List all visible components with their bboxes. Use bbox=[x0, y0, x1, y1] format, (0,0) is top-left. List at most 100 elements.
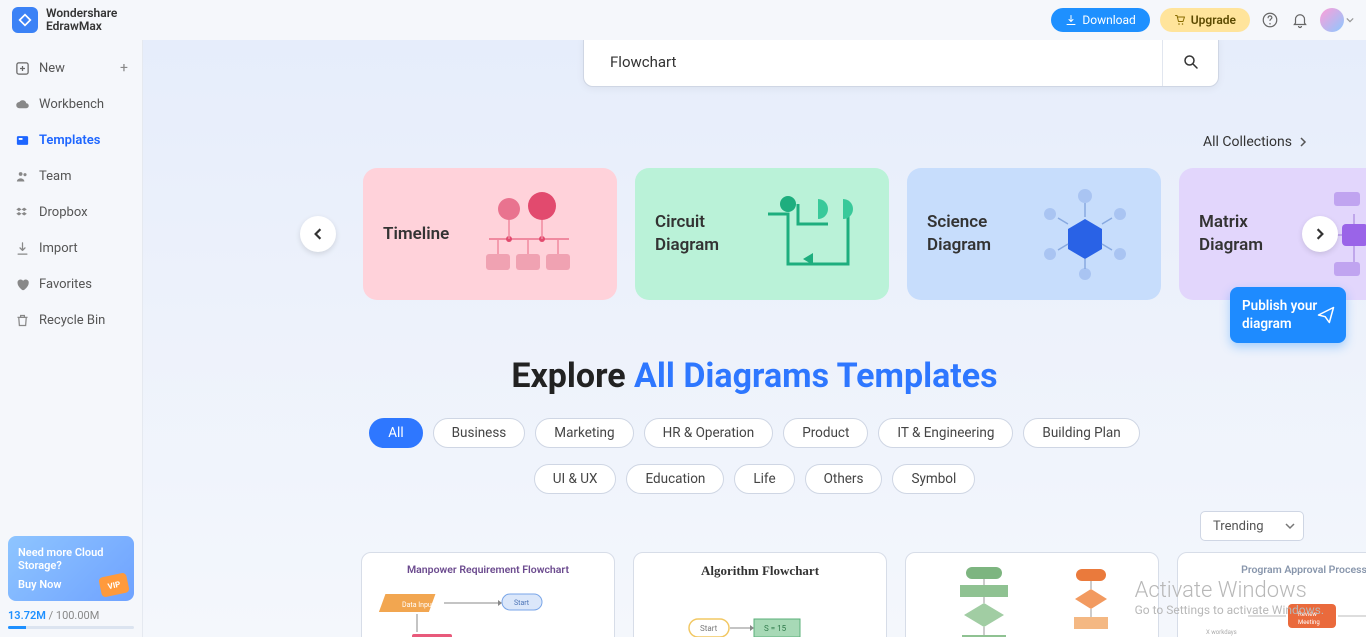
explore-heading: Explore All Diagrams Templates bbox=[143, 356, 1366, 396]
sidebar-templates-label: Templates bbox=[39, 133, 100, 148]
trash-icon bbox=[14, 312, 30, 328]
brand-line2: EdrawMax bbox=[46, 20, 117, 33]
sidebar-item-team[interactable]: Team bbox=[0, 158, 142, 194]
vip-badge: VIP bbox=[98, 572, 130, 597]
search-box bbox=[583, 40, 1219, 87]
circuit-graphic-icon bbox=[757, 168, 869, 300]
publish-diagram-button[interactable]: Publish your diagram bbox=[1230, 287, 1346, 343]
svg-text:S = 15: S = 15 bbox=[764, 624, 787, 633]
category-card-timeline[interactable]: Timeline bbox=[363, 168, 617, 300]
watermark-line1: Activate Windows bbox=[1135, 578, 1324, 603]
filter-uiux[interactable]: UI & UX bbox=[534, 464, 617, 494]
search-button[interactable] bbox=[1162, 40, 1218, 86]
sidebar-team-label: Team bbox=[39, 169, 72, 184]
template-card[interactable]: Algorithm Flowchart Start S = 15 bbox=[633, 552, 887, 637]
template-card[interactable]: Manpower Requirement Flowchart Data Inpu… bbox=[361, 552, 615, 637]
sidebar-new-label: New bbox=[39, 61, 65, 76]
template-preview-icon: Start S = 15 bbox=[644, 579, 874, 637]
carousel-prev-button[interactable] bbox=[300, 216, 336, 252]
windows-watermark: Activate Windows Go to Settings to activ… bbox=[1135, 578, 1324, 617]
logo-text: Wondershare EdrawMax bbox=[46, 7, 117, 33]
explore-highlight: All Diagrams Templates bbox=[634, 356, 998, 396]
category-card-science[interactable]: Science Diagram bbox=[907, 168, 1161, 300]
new-icon bbox=[14, 60, 30, 76]
topbar: Wondershare EdrawMax Download Upgrade bbox=[0, 0, 1366, 40]
storage-sep: / bbox=[46, 609, 56, 622]
template-preview-icon: Data Input Start AOP bbox=[372, 576, 602, 637]
filter-life[interactable]: Life bbox=[734, 464, 794, 494]
filter-hr[interactable]: HR & Operation bbox=[644, 418, 774, 448]
dropbox-icon bbox=[14, 204, 30, 220]
cloud-icon bbox=[14, 96, 30, 112]
cart-icon bbox=[1174, 14, 1186, 26]
filter-business[interactable]: Business bbox=[433, 418, 526, 448]
upgrade-label: Upgrade bbox=[1191, 13, 1236, 27]
sidebar-item-dropbox[interactable]: Dropbox bbox=[0, 194, 142, 230]
sidebar-item-recycle[interactable]: Recycle Bin bbox=[0, 302, 142, 338]
sidebar-favorites-label: Favorites bbox=[39, 277, 92, 292]
notifications-button[interactable] bbox=[1290, 10, 1310, 30]
all-collections-link[interactable]: All Collections bbox=[1203, 134, 1308, 150]
category-timeline-label: Timeline bbox=[383, 223, 449, 246]
filter-it[interactable]: IT & Engineering bbox=[878, 418, 1013, 448]
all-collections-label: All Collections bbox=[1203, 134, 1292, 150]
filter-others[interactable]: Others bbox=[805, 464, 883, 494]
sidebar-item-import[interactable]: Import bbox=[0, 230, 142, 266]
chevron-left-icon bbox=[312, 228, 324, 240]
sidebar-import-label: Import bbox=[39, 241, 78, 256]
sidebar-item-favorites[interactable]: Favorites bbox=[0, 266, 142, 302]
upgrade-button[interactable]: Upgrade bbox=[1160, 8, 1250, 32]
help-button[interactable] bbox=[1260, 10, 1280, 30]
storage-bar bbox=[8, 626, 134, 629]
storage-total: 100.00M bbox=[56, 609, 99, 622]
filter-marketing[interactable]: Marketing bbox=[535, 418, 633, 448]
filter-product[interactable]: Product bbox=[783, 418, 868, 448]
chevron-down-icon bbox=[1285, 521, 1295, 531]
chevron-down-icon bbox=[1346, 16, 1354, 24]
svg-text:Meeting: Meeting bbox=[1298, 619, 1320, 626]
templates-icon bbox=[14, 132, 30, 148]
template-title: Manpower Requirement Flowchart bbox=[372, 563, 604, 576]
heart-icon bbox=[14, 276, 30, 292]
category-card-circuit[interactable]: Circuit Diagram bbox=[635, 168, 889, 300]
template-title: Algorithm Flowchart bbox=[644, 563, 876, 579]
user-menu[interactable] bbox=[1320, 8, 1354, 32]
timeline-graphic-icon bbox=[461, 168, 597, 300]
template-title: Program Approval Process bbox=[1188, 563, 1366, 576]
sidebar-item-templates[interactable]: Templates bbox=[0, 122, 142, 158]
chevron-right-icon bbox=[1314, 228, 1326, 240]
explore-prefix: Explore bbox=[511, 356, 634, 396]
send-icon bbox=[1316, 305, 1336, 325]
sidebar-item-workbench[interactable]: Workbench bbox=[0, 86, 142, 122]
cloud-promo-text: Need more Cloud Storage? bbox=[18, 546, 108, 572]
storage-indicator: 13.72M / 100.00M bbox=[8, 609, 134, 629]
sort-dropdown[interactable]: Trending bbox=[1200, 511, 1304, 541]
search-input[interactable] bbox=[610, 53, 1162, 71]
watermark-line2: Go to Settings to activate Windows. bbox=[1135, 603, 1324, 617]
sidebar-workbench-label: Workbench bbox=[39, 97, 104, 112]
cloud-storage-promo[interactable]: Need more Cloud Storage? Buy Now VIP bbox=[8, 536, 134, 601]
sidebar: New + Workbench Templates Team Dropbox I… bbox=[0, 40, 143, 637]
carousel-cards: Timeline Circuit Diagram Science Diagram bbox=[363, 168, 1366, 300]
layout: New + Workbench Templates Team Dropbox I… bbox=[0, 40, 1366, 637]
app-logo[interactable]: Wondershare EdrawMax bbox=[12, 7, 117, 33]
download-button[interactable]: Download bbox=[1051, 8, 1149, 32]
filter-building[interactable]: Building Plan bbox=[1023, 418, 1139, 448]
plus-icon[interactable]: + bbox=[120, 60, 128, 76]
svg-text:Data Input: Data Input bbox=[402, 601, 435, 609]
sidebar-item-new[interactable]: New + bbox=[0, 50, 142, 86]
carousel-next-button[interactable] bbox=[1302, 216, 1338, 252]
download-icon bbox=[1065, 14, 1077, 26]
sidebar-dropbox-label: Dropbox bbox=[39, 205, 88, 220]
filter-all[interactable]: All bbox=[369, 418, 422, 448]
svg-text:Start: Start bbox=[514, 599, 530, 607]
category-circuit-label: Circuit Diagram bbox=[655, 211, 745, 257]
svg-text:Start: Start bbox=[700, 624, 718, 633]
storage-used: 13.72M bbox=[8, 609, 46, 622]
template-card[interactable] bbox=[905, 552, 1159, 637]
main-content: All Collections Timeline Circuit Diagram bbox=[143, 40, 1366, 637]
filter-education[interactable]: Education bbox=[626, 464, 724, 494]
category-carousel: Timeline Circuit Diagram Science Diagram bbox=[318, 166, 1366, 302]
team-icon bbox=[14, 168, 30, 184]
filter-symbol[interactable]: Symbol bbox=[892, 464, 975, 494]
